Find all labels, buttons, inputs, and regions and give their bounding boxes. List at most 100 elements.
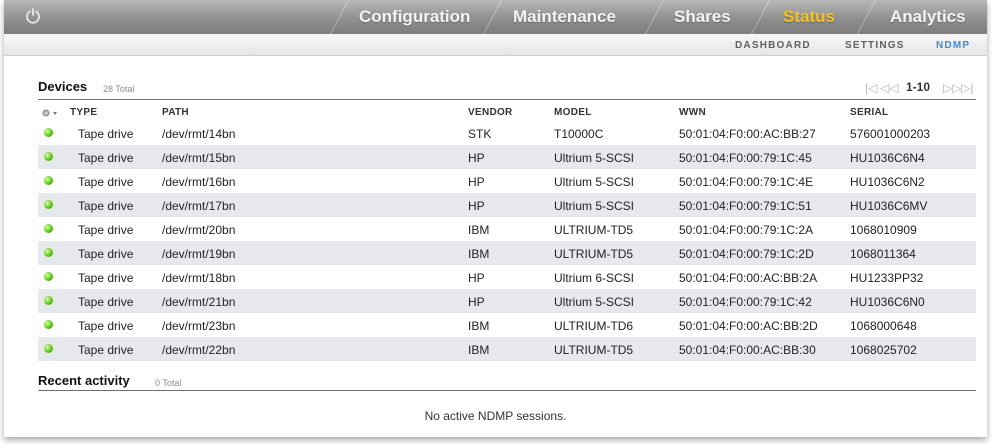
cell-type: Tape drive <box>78 175 134 189</box>
cell-type: Tape drive <box>78 295 134 309</box>
cell-vendor: IBM <box>468 247 490 261</box>
pager-prev-icon[interactable]: ◁◁ <box>880 81 898 95</box>
cell-type: Tape drive <box>78 199 134 213</box>
subtab-ndmp[interactable]: NDMP <box>936 40 970 51</box>
top-nav-bar: Configuration Maintenance Shares Status … <box>4 0 987 34</box>
cell-path: /dev/rmt/15bn <box>162 151 236 165</box>
cell-serial: HU1233PP32 <box>850 271 924 285</box>
cell-vendor: HP <box>468 295 485 309</box>
cell-type: Tape drive <box>78 223 134 237</box>
devices-table-header: TYPE PATH VENDOR MODEL WWN SERIAL <box>38 105 976 121</box>
cell-serial: 1068011364 <box>850 247 916 261</box>
cell-wwn: 50:01:04:F0:00:79:1C:51 <box>679 199 812 213</box>
devices-title: Devices <box>38 79 88 94</box>
nav-tab-analytics[interactable]: Analytics <box>890 0 966 34</box>
cell-type: Tape drive <box>78 271 134 285</box>
cell-wwn: 50:01:04:F0:00:79:1C:2A <box>679 223 814 237</box>
cell-serial: HU1036C6N4 <box>850 151 925 165</box>
cell-type: Tape drive <box>78 151 134 165</box>
cell-serial: 576001000203 <box>850 127 931 141</box>
table-row[interactable]: Tape drive /dev/rmt/15bn HP Ultrium 5-SC… <box>38 145 976 169</box>
table-row[interactable]: Tape drive /dev/rmt/19bn IBM ULTRIUM-TD5… <box>38 241 976 265</box>
table-row[interactable]: Tape drive /dev/rmt/23bn IBM ULTRIUM-TD6… <box>38 313 976 337</box>
cell-path: /dev/rmt/20bn <box>162 223 236 237</box>
cell-serial: HU1036C6N0 <box>850 295 925 309</box>
pager-next-icon[interactable]: ▷▷ <box>943 81 961 95</box>
status-online-icon <box>44 128 53 137</box>
table-row[interactable]: Tape drive /dev/rmt/16bn HP Ultrium 5-SC… <box>38 169 976 193</box>
cell-vendor: HP <box>468 271 485 285</box>
nav-divider <box>329 0 350 34</box>
table-row[interactable]: Tape drive /dev/rmt/17bn HP Ultrium 5-SC… <box>38 193 976 217</box>
table-row[interactable]: Tape drive /dev/rmt/21bn HP Ultrium 5-SC… <box>38 289 976 313</box>
recent-activity-divider <box>38 390 976 391</box>
cell-serial: 1068025702 <box>850 343 917 357</box>
recent-activity-title: Recent activity <box>38 373 130 388</box>
status-online-icon <box>44 320 53 329</box>
column-header-serial[interactable]: SERIAL <box>850 107 888 118</box>
cell-path: /dev/rmt/17bn <box>162 199 236 213</box>
table-row[interactable]: Tape drive /dev/rmt/14bn STK T10000C 50:… <box>38 121 976 145</box>
cell-path: /dev/rmt/16bn <box>162 175 236 189</box>
cell-wwn: 50:01:04:F0:00:AC:BB:30 <box>679 343 816 357</box>
cell-type: Tape drive <box>78 319 134 333</box>
ndmp-status-window: Configuration Maintenance Shares Status … <box>4 0 987 437</box>
cell-vendor: HP <box>468 175 485 189</box>
status-online-icon <box>44 176 53 185</box>
pager-first-icon[interactable]: |◁ <box>865 81 877 95</box>
empty-sessions-message: No active NDMP sessions. <box>424 409 567 423</box>
cell-wwn: 50:01:04:F0:00:AC:BB:2A <box>679 271 818 285</box>
cell-wwn: 50:01:04:F0:00:79:1C:42 <box>679 295 812 309</box>
cell-vendor: IBM <box>468 223 490 237</box>
cell-path: /dev/rmt/22bn <box>162 343 236 357</box>
table-row[interactable]: Tape drive /dev/rmt/18bn HP Ultrium 6-SC… <box>38 265 976 289</box>
cell-serial: HU1036C6N2 <box>850 175 925 189</box>
pager-last-icon[interactable]: ▷| <box>961 81 973 95</box>
cell-path: /dev/rmt/19bn <box>162 247 236 261</box>
column-header-path[interactable]: PATH <box>162 107 189 118</box>
sub-nav-bar: DASHBOARD SETTINGS NDMP <box>4 34 987 56</box>
table-row[interactable]: Tape drive /dev/rmt/20bn IBM ULTRIUM-TD5… <box>38 217 976 241</box>
cell-type: Tape drive <box>78 343 134 357</box>
column-header-model[interactable]: MODEL <box>554 107 592 118</box>
status-online-icon <box>44 200 53 209</box>
cell-vendor: IBM <box>468 343 490 357</box>
nav-divider <box>644 0 665 34</box>
cell-type: Tape drive <box>78 127 134 141</box>
cell-wwn: 50:01:04:F0:00:79:1C:4E <box>679 175 814 189</box>
pager-range: 1-10 <box>906 80 931 94</box>
cell-path: /dev/rmt/18bn <box>162 271 236 285</box>
column-header-vendor[interactable]: VENDOR <box>468 107 513 118</box>
cell-model: ULTRIUM-TD5 <box>554 343 634 357</box>
column-header-wwn[interactable]: WWN <box>679 107 706 118</box>
cell-model: ULTRIUM-TD5 <box>554 223 634 237</box>
cell-model: ULTRIUM-TD5 <box>554 247 634 261</box>
devices-divider <box>38 99 976 100</box>
cell-vendor: HP <box>468 151 485 165</box>
status-online-icon <box>44 152 53 161</box>
status-online-icon <box>44 272 53 281</box>
cell-wwn: 50:01:04:F0:00:79:1C:2D <box>679 247 814 261</box>
column-header-type[interactable]: TYPE <box>70 107 97 118</box>
power-icon[interactable] <box>24 7 42 25</box>
cell-vendor: STK <box>468 127 492 141</box>
cell-model: ULTRIUM-TD6 <box>554 319 634 333</box>
cell-vendor: HP <box>468 199 485 213</box>
subtab-settings[interactable]: SETTINGS <box>845 40 905 51</box>
nav-tab-maintenance[interactable]: Maintenance <box>513 0 616 34</box>
table-row[interactable]: Tape drive /dev/rmt/22bn IBM ULTRIUM-TD5… <box>38 337 976 361</box>
nav-divider <box>750 0 771 34</box>
cell-wwn: 50:01:04:F0:00:AC:BB:27 <box>679 127 816 141</box>
subtab-dashboard[interactable]: DASHBOARD <box>735 40 811 51</box>
cell-path: /dev/rmt/14bn <box>162 127 236 141</box>
status-online-icon <box>44 248 53 257</box>
nav-tab-shares[interactable]: Shares <box>674 0 731 34</box>
cell-vendor: IBM <box>468 319 490 333</box>
nav-tab-status[interactable]: Status <box>783 0 835 34</box>
nav-tab-configuration[interactable]: Configuration <box>359 0 470 34</box>
cell-model: Ultrium 5-SCSI <box>554 295 635 309</box>
status-column-menu-icon[interactable] <box>41 107 59 119</box>
recent-activity-count: 0 Total <box>155 378 182 388</box>
nav-divider <box>856 0 877 34</box>
cell-path: /dev/rmt/23bn <box>162 319 236 333</box>
